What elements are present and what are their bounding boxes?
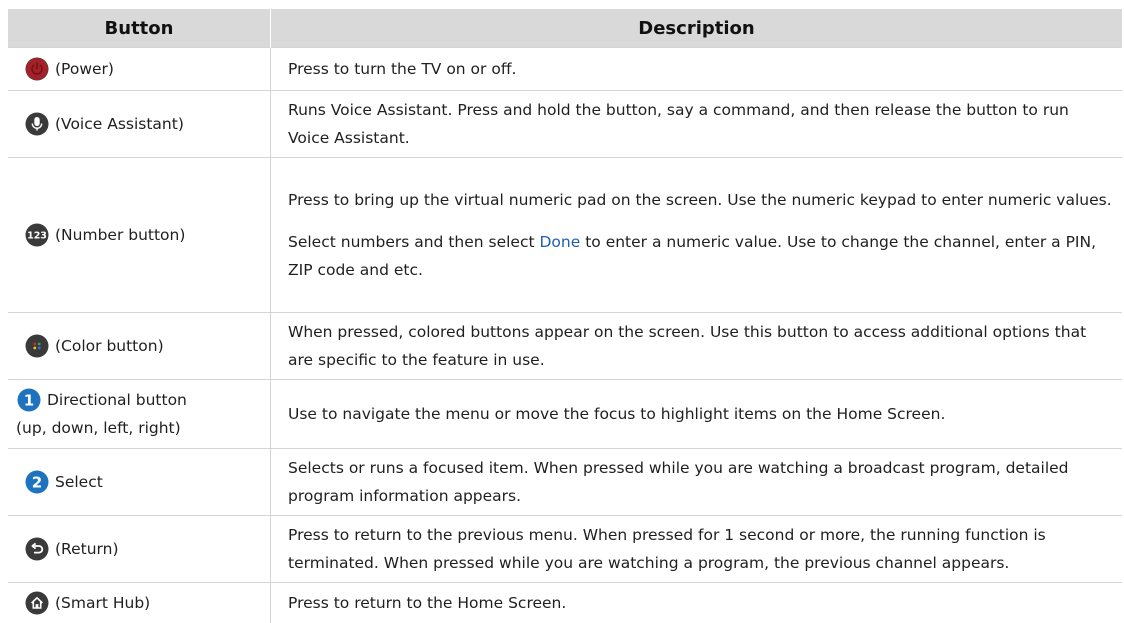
button-cell: 123 (Number button)	[8, 158, 271, 313]
header-button: Button	[8, 9, 271, 48]
table-row-return: (Return) Press to return to the previous…	[8, 516, 1122, 583]
description-text: Runs Voice Assistant. Press and hold the…	[288, 96, 1112, 152]
home-icon	[24, 590, 50, 616]
number-2-icon: 2	[24, 469, 50, 495]
svg-text:123: 123	[27, 231, 47, 242]
button-label: (Color button)	[55, 332, 164, 360]
desc-text-before: Select numbers and then select	[288, 233, 540, 251]
description-cell: Use to navigate the menu or move the foc…	[271, 380, 1123, 449]
table-row-select: 2 Select Selects or runs a focused item.…	[8, 449, 1122, 516]
description-cell: Runs Voice Assistant. Press and hold the…	[271, 91, 1123, 158]
description-text: Use to navigate the menu or move the foc…	[288, 400, 1112, 428]
description-cell: Press to bring up the virtual numeric pa…	[271, 158, 1123, 313]
description-text: When pressed, colored buttons appear on …	[288, 318, 1112, 374]
table-row-color-button: (Color button) When pressed, colored but…	[8, 313, 1122, 380]
button-label-group: 1 Directional button (up, down, left, ri…	[16, 386, 187, 442]
power-icon	[24, 56, 50, 82]
button-cell: (Smart Hub)	[8, 583, 271, 623]
button-label: Directional button	[47, 386, 187, 414]
table-row-number-button: 123 (Number button) Press to bring up th…	[8, 158, 1122, 313]
button-cell: 1 Directional button (up, down, left, ri…	[8, 380, 271, 449]
svg-text:1: 1	[24, 392, 34, 410]
table-row-directional-button: 1 Directional button (up, down, left, ri…	[8, 380, 1122, 449]
table-row-voice-assistant: (Voice Assistant) Runs Voice Assistant. …	[8, 91, 1122, 158]
description-cell: Selects or runs a focused item. When pre…	[271, 449, 1123, 516]
table-row-smart-hub: (Smart Hub) Press to return to the Home …	[8, 583, 1122, 623]
description-cell: When pressed, colored buttons appear on …	[271, 313, 1123, 380]
table-header-row: Button Description	[8, 9, 1122, 48]
done-keyword: Done	[540, 233, 581, 251]
button-cell: (Voice Assistant)	[8, 91, 271, 158]
return-arrow-icon	[24, 536, 50, 562]
svg-text:2: 2	[32, 474, 42, 492]
button-label: (Number button)	[55, 221, 185, 249]
button-cell: (Color button)	[8, 313, 271, 380]
description-text: Selects or runs a focused item. When pre…	[288, 454, 1112, 510]
description-cell: Press to return to the Home Screen.	[271, 583, 1123, 623]
button-label: (Smart Hub)	[55, 589, 150, 617]
color-dots-icon	[24, 333, 50, 359]
description-text: Press to return to the Home Screen.	[288, 589, 1112, 617]
button-label: (Voice Assistant)	[55, 110, 184, 138]
description-text: Press to bring up the virtual numeric pa…	[288, 186, 1112, 214]
button-cell: 2 Select	[8, 449, 271, 516]
number-1-icon: 1	[16, 387, 42, 413]
button-label: Select	[55, 468, 103, 496]
description-cell: Press to turn the TV on or off.	[271, 48, 1123, 91]
number-123-icon: 123	[24, 222, 50, 248]
button-label: (Power)	[55, 55, 114, 83]
microphone-icon	[24, 111, 50, 137]
description-text: Press to turn the TV on or off.	[288, 55, 1112, 83]
button-label: (Return)	[55, 535, 119, 563]
table-row-power: (Power) Press to turn the TV on or off.	[8, 48, 1122, 91]
button-cell: (Power)	[8, 48, 271, 91]
description-text-2: Select numbers and then select Done to e…	[288, 228, 1112, 284]
button-label-secondary: (up, down, left, right)	[16, 414, 187, 442]
button-cell: (Return)	[8, 516, 271, 583]
header-description: Description	[271, 9, 1123, 48]
remote-buttons-table: Button Description (Power)	[8, 9, 1122, 623]
description-cell: Press to return to the previous menu. Wh…	[271, 516, 1123, 583]
description-text: Press to return to the previous menu. Wh…	[288, 521, 1112, 577]
